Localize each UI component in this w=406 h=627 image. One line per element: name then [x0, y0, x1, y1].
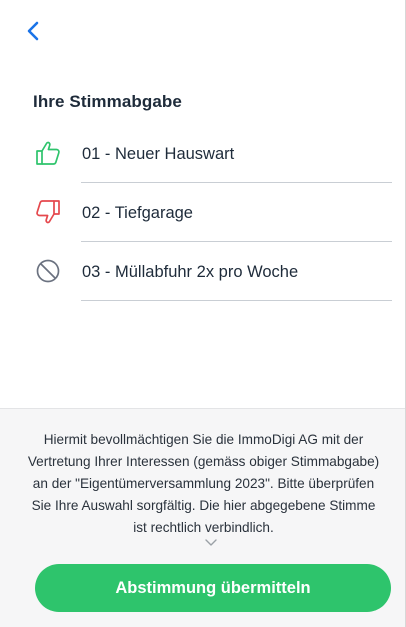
section-title: Ihre Stimmabgabe — [33, 92, 182, 111]
divider — [81, 300, 392, 301]
footer-panel: Hiermit bevollmächtigen Sie die ImmoDigi… — [0, 408, 405, 627]
vote-label: 01 - Neuer Hauswart — [82, 145, 235, 163]
thumbs-down-icon — [36, 200, 60, 224]
vote-summary-screen: Ihre Stimmabgabe 01 - Neuer Hauswart 02 … — [0, 0, 406, 627]
vote-item-tiefgarage[interactable]: 02 - Tiefgarage — [0, 183, 406, 242]
back-button[interactable] — [22, 18, 48, 44]
thumbs-up-icon — [36, 141, 60, 165]
chevron-left-icon — [27, 21, 39, 41]
abstain-icon — [36, 259, 60, 283]
chevron-down-icon[interactable] — [204, 538, 218, 548]
vote-label: 03 - Müllabfuhr 2x pro Woche — [82, 263, 299, 281]
consent-text: Hiermit bevollmächtigen Sie die ImmoDigi… — [27, 432, 380, 535]
submit-vote-button[interactable]: Abstimmung übermitteln — [35, 564, 391, 612]
vote-list: 01 - Neuer Hauswart 02 - Tiefgarage 03 -… — [0, 124, 406, 301]
vote-item-muellabfuhr[interactable]: 03 - Müllabfuhr 2x pro Woche — [0, 242, 406, 301]
vote-label: 02 - Tiefgarage — [82, 204, 193, 222]
vote-item-neuer-hauswart[interactable]: 01 - Neuer Hauswart — [0, 124, 406, 183]
